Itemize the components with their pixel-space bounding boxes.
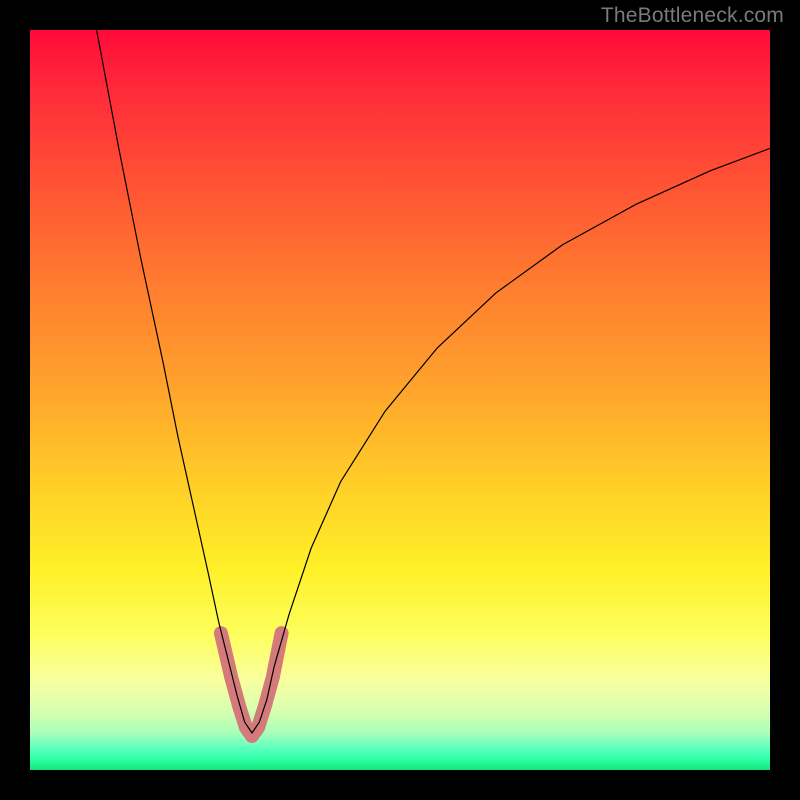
watermark-text: TheBottleneck.com — [601, 4, 784, 28]
valley-highlight-path — [221, 633, 282, 736]
chart-frame: TheBottleneck.com — [0, 0, 800, 800]
plot-area — [30, 30, 770, 770]
curve-layer — [30, 30, 770, 770]
main-curve-path — [97, 30, 770, 733]
